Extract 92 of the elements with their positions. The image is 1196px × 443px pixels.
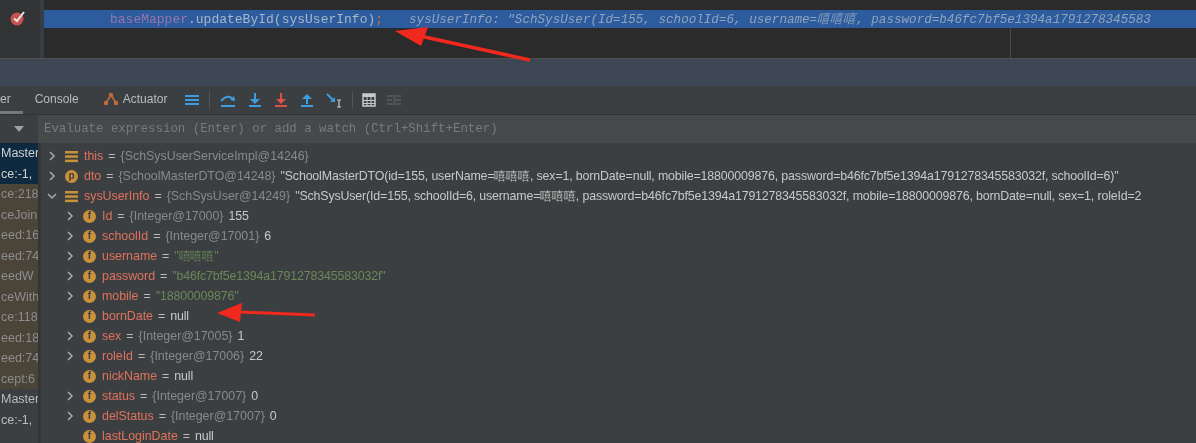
variable-name: delStatus	[102, 409, 154, 423]
variable-value: "18800009876"	[155, 289, 239, 303]
variable-value: 1	[237, 329, 245, 343]
variable-value: null	[174, 369, 194, 383]
object-reference: {SchSysUserServiceImpl@14246}	[120, 149, 309, 163]
variable-value: 0	[251, 389, 258, 403]
variable-value: "b46fc7bf5e1394a1791278345583032f"	[172, 269, 386, 283]
equals-sign: =	[143, 289, 151, 303]
variable-value: 155	[228, 209, 249, 223]
object-reference: {Integer@17006}	[150, 349, 245, 363]
variable-name: nickName	[102, 369, 158, 383]
run-to-cursor-icon[interactable]	[325, 92, 344, 108]
stack-frame[interactable]: eed:18	[0, 327, 38, 348]
equals-sign: =	[158, 409, 166, 423]
equals-sign: =	[160, 269, 168, 283]
object-icon	[65, 149, 78, 163]
variable-name: this	[84, 149, 104, 163]
object-reference: {Integer@17000}	[129, 209, 224, 223]
equals-sign: =	[153, 229, 161, 243]
stack-frame[interactable]: ceWith	[0, 286, 38, 307]
stack-frame[interactable]: ce:218	[0, 184, 38, 205]
force-step-into-icon[interactable]	[273, 92, 290, 108]
tab[interactable]: Actuator	[90, 86, 180, 114]
field-icon: f	[83, 229, 96, 243]
object-reference: {SchoolMasterDTO@14248}	[118, 169, 276, 183]
equals-sign: =	[140, 389, 148, 403]
equals-sign: =	[162, 369, 170, 383]
variable-name: dto	[84, 169, 102, 183]
equals-sign: =	[154, 189, 162, 203]
menu-icon[interactable]	[184, 93, 201, 107]
variable-value: 0	[269, 409, 277, 423]
parameter-icon: p	[65, 169, 78, 183]
equals-sign: =	[162, 249, 170, 263]
variable-name: status	[102, 389, 136, 403]
breakpoint-icon[interactable]	[9, 10, 27, 26]
object-reference: {Integer@17007}	[152, 389, 247, 403]
field-icon: f	[83, 269, 96, 283]
field-icon: f	[83, 329, 96, 343]
stack-frame[interactable]: ceJoin	[0, 204, 38, 225]
equals-sign: =	[106, 169, 114, 183]
stack-frame[interactable]: eed:16	[0, 225, 38, 246]
actuator-icon	[102, 91, 119, 106]
variable-value: "SchSysUser(Id=155, schoolId=6, username=嘻嘻嘻, password=b46fc7bf5e1394a1791278345583032f, mobile=18800009876, bornDate=null, sex=1, roleId=2	[295, 187, 1142, 205]
field-icon: f	[83, 249, 96, 263]
field-icon: f	[83, 369, 96, 383]
equals-sign: =	[117, 209, 125, 223]
tab[interactable]: er	[0, 86, 23, 114]
step-out-icon[interactable]	[299, 92, 316, 108]
variable-name: username	[102, 249, 158, 263]
object-reference: {Integer@17001}	[165, 229, 260, 243]
equals-sign: =	[158, 309, 166, 323]
variable-name: bornDate	[102, 309, 153, 323]
calculator-icon[interactable]	[362, 93, 377, 107]
tab[interactable]: Console	[22, 86, 91, 114]
stack-frame[interactable]: eed:74	[0, 245, 38, 266]
variable-value: null	[170, 309, 189, 323]
variable-value: null	[195, 429, 214, 443]
variable-name: sysUserInfo	[84, 189, 150, 203]
stack-frame[interactable]: ce:118	[0, 307, 38, 328]
stack-frame[interactable]: cept:6	[0, 368, 38, 389]
code-line: baseMapper.updateById(sysUserInfo);	[110, 11, 384, 27]
object-reference: {Integer@17007}	[170, 409, 265, 423]
variable-value: 6	[264, 229, 272, 243]
variable-value: "嘻嘻嘻"	[174, 247, 219, 265]
field-icon: f	[83, 309, 96, 323]
inline-value-hint: sysUserInfo: "SchSysUser(Id=155, schoolId=6, username=嘻嘻嘻, password=b46fc7bf5e1394a1791278345583	[409, 11, 1151, 28]
object-reference: {Integer@17005}	[138, 329, 233, 343]
field-icon: f	[83, 289, 96, 303]
variable-name: lastLoginDate	[102, 429, 178, 443]
equals-sign: =	[126, 329, 134, 343]
variable-name: mobile	[102, 289, 139, 303]
variable-name: password	[102, 269, 156, 283]
equals-sign: =	[138, 349, 146, 363]
equals-sign: =	[108, 149, 116, 163]
field-icon: f	[83, 389, 96, 403]
step-into-icon[interactable]	[247, 92, 264, 108]
object-icon	[65, 189, 78, 203]
stack-frame[interactable]: eedW	[0, 266, 38, 287]
variable-name: Id	[102, 209, 113, 223]
variable-value: "SchoolMasterDTO(id=155, userName=嘻嘻嘻, sex=1, bornDate=null, mobile=18800009876, password=b46fc7bf5e1394a1791278345583032f, schoolId=6)"	[280, 167, 1119, 185]
field-icon: f	[83, 349, 96, 363]
field-icon: f	[83, 429, 96, 443]
dropdown-arrow-icon[interactable]	[14, 126, 24, 132]
variable-name: sex	[102, 329, 122, 343]
field-icon: f	[83, 409, 96, 423]
stack-frame[interactable]: eed:74	[0, 348, 38, 369]
variable-name: roleId	[102, 349, 133, 363]
field-icon: f	[83, 209, 96, 223]
equals-sign: =	[182, 429, 191, 443]
variable-name: schoolId	[102, 229, 149, 243]
variable-value: 22	[249, 349, 263, 363]
object-reference: {SchSysUser@14249}	[166, 189, 291, 203]
